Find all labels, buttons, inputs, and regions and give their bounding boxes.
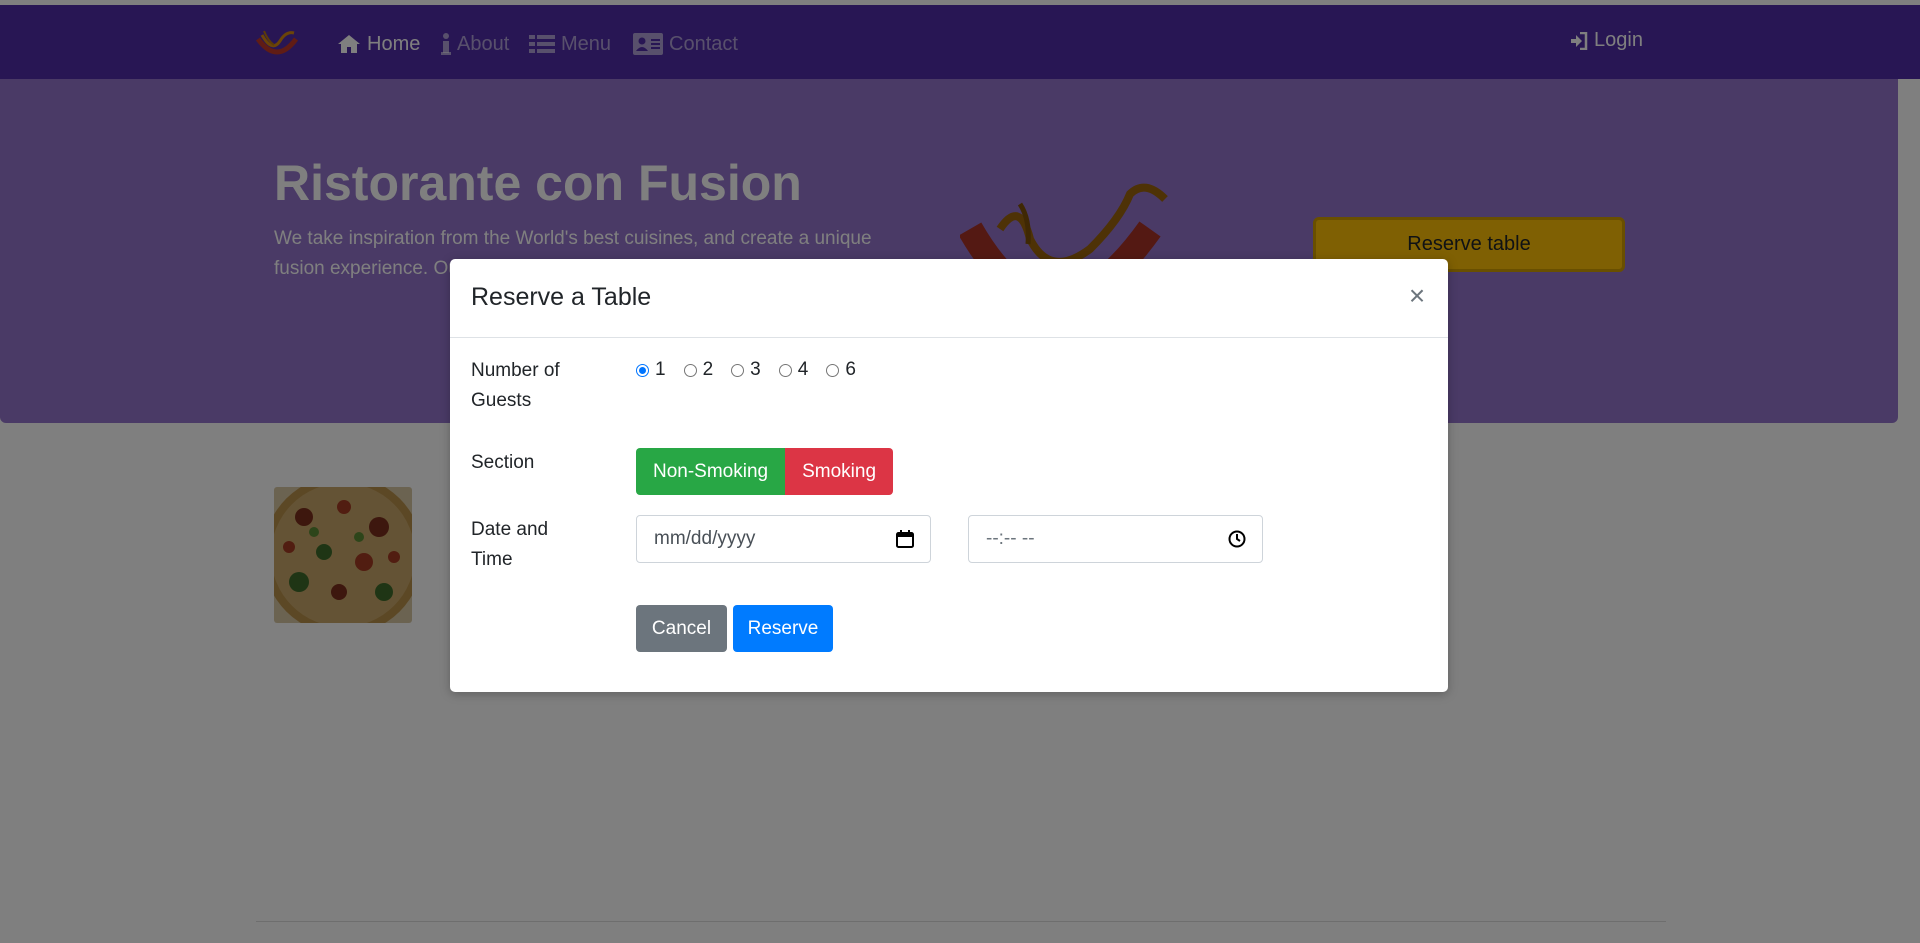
radio-unchecked-icon[interactable] <box>826 363 840 377</box>
cancel-button[interactable]: Cancel <box>636 605 727 652</box>
reserve-button[interactable]: Reserve <box>733 605 833 652</box>
time-input[interactable]: --:-- -- <box>968 515 1263 563</box>
radio-checked-icon[interactable] <box>636 363 649 377</box>
section-label: Section <box>471 452 535 473</box>
close-icon: × <box>1408 280 1426 311</box>
guests-label: Number of Guests <box>471 360 560 411</box>
guest-option-label: 1 <box>655 359 666 380</box>
datetime-label: Date and Time <box>471 519 549 570</box>
radio-unchecked-icon[interactable] <box>683 363 697 377</box>
guest-option-6[interactable]: 6 <box>826 359 856 381</box>
date-placeholder: mm/dd/yyyy <box>654 528 756 549</box>
calendar-icon[interactable] <box>896 530 914 548</box>
guest-option-label: 6 <box>845 359 856 380</box>
smoking-button[interactable]: Smoking <box>785 448 894 495</box>
close-button[interactable]: × <box>1402 280 1432 311</box>
guest-option-3[interactable]: 3 <box>731 359 761 381</box>
guest-option-label: 2 <box>702 359 714 380</box>
guest-option-2[interactable]: 2 <box>683 359 714 381</box>
non-smoking-button[interactable]: Non-Smoking <box>636 448 786 495</box>
section-button-group: Non-Smoking Smoking <box>636 448 894 495</box>
clock-icon[interactable] <box>1228 530 1246 548</box>
guest-option-4[interactable]: 4 <box>778 359 809 381</box>
guest-option-label: 3 <box>750 359 761 380</box>
radio-unchecked-icon[interactable] <box>778 363 792 377</box>
guest-option-label: 4 <box>797 359 809 380</box>
date-input[interactable]: mm/dd/yyyy <box>636 515 931 563</box>
reserve-modal: Reserve a Table × Number of Guests 1 2 3… <box>450 259 1448 692</box>
page: Home About Menu <box>0 0 1920 943</box>
guests-radio-group: 1 2 3 4 6 <box>636 359 874 381</box>
time-placeholder: --:-- -- <box>986 528 1035 549</box>
guest-option-1[interactable]: 1 <box>636 359 666 381</box>
radio-unchecked-icon[interactable] <box>731 363 745 377</box>
modal-title: Reserve a Table <box>471 283 652 311</box>
modal-header: Reserve a Table × <box>450 259 1448 338</box>
